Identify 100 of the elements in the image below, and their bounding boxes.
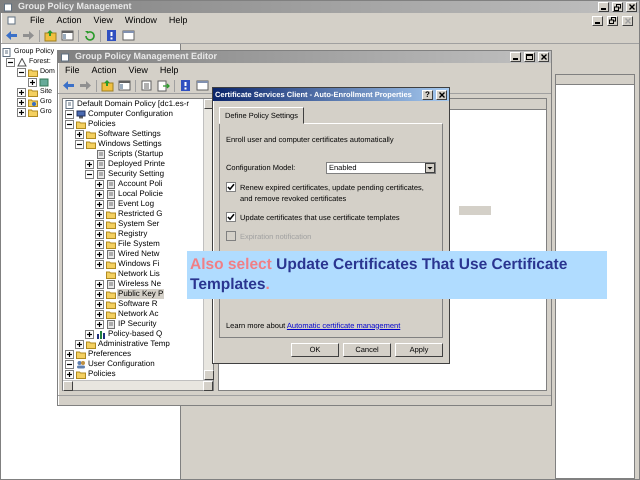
list-icon[interactable] xyxy=(140,79,153,92)
menu-item[interactable]: Window xyxy=(124,14,158,28)
tree-item[interactable]: Account Poli xyxy=(117,179,164,189)
tree-item[interactable]: IP Security xyxy=(117,319,158,329)
menu-item[interactable]: View xyxy=(92,14,114,28)
tree-item[interactable]: Public Key P xyxy=(117,289,164,299)
expand-icon[interactable] xyxy=(95,200,104,208)
expand-icon[interactable] xyxy=(95,250,104,258)
close-icon xyxy=(628,4,634,10)
collapse-icon[interactable] xyxy=(65,360,74,368)
expand-icon[interactable] xyxy=(95,190,104,198)
close-icon xyxy=(624,18,630,24)
expand-icon[interactable] xyxy=(95,180,104,188)
tree-item[interactable]: Preferences xyxy=(87,349,132,359)
computer-icon xyxy=(76,110,86,118)
tree-item[interactable]: Registry xyxy=(117,229,148,239)
menu-item[interactable]: File xyxy=(64,64,81,78)
help-icon[interactable] xyxy=(179,79,192,92)
tree-item[interactable]: Policy-based Q xyxy=(107,329,164,339)
tree-item[interactable]: Computer Configuration xyxy=(87,109,174,119)
menu-item[interactable]: Action xyxy=(90,64,118,78)
menu-item[interactable]: View xyxy=(128,64,149,78)
help-icon[interactable] xyxy=(105,29,118,42)
collapse-icon[interactable] xyxy=(75,140,84,148)
window-icon[interactable] xyxy=(122,29,135,42)
tree-item[interactable]: File System xyxy=(117,239,161,249)
collapse-icon[interactable] xyxy=(85,170,94,178)
close-button[interactable] xyxy=(436,90,447,100)
checkbox[interactable] xyxy=(226,182,236,192)
tree-item[interactable]: Event Log xyxy=(117,199,156,209)
checkbox[interactable] xyxy=(226,212,236,222)
expand-icon[interactable] xyxy=(95,320,104,328)
expand-icon[interactable] xyxy=(95,260,104,268)
folder-icon xyxy=(28,68,38,76)
minimize-button[interactable] xyxy=(510,52,521,62)
tree-item[interactable]: Policies xyxy=(87,119,117,129)
expand-icon[interactable] xyxy=(85,160,94,168)
tree-item[interactable]: Default Domain Policy [dc1.es-r xyxy=(76,99,190,109)
tree-item[interactable]: Software R xyxy=(117,299,159,309)
expand-icon[interactable] xyxy=(17,108,26,116)
horizontal-scrollbar[interactable] xyxy=(63,380,213,390)
tree-item[interactable]: Software Settings xyxy=(97,129,162,139)
close-button[interactable] xyxy=(538,52,549,62)
maximize-button[interactable] xyxy=(524,52,535,62)
collapse-icon[interactable] xyxy=(65,120,74,128)
panel-icon[interactable] xyxy=(118,79,131,92)
menu-item[interactable]: Action xyxy=(56,14,83,28)
settings-node-icon xyxy=(106,180,116,188)
tree-item[interactable]: Network Ac xyxy=(117,309,160,319)
tree-item[interactable]: Local Policie xyxy=(117,189,164,199)
collapse-icon[interactable] xyxy=(17,68,26,76)
expand-icon[interactable] xyxy=(85,330,94,338)
menu-item[interactable]: Help xyxy=(168,14,188,28)
tree-item[interactable]: Scripts (Startup xyxy=(107,149,164,159)
collapse-icon[interactable] xyxy=(6,58,15,66)
expand-icon[interactable] xyxy=(95,210,104,218)
restore-button[interactable] xyxy=(612,2,623,12)
expand-icon[interactable] xyxy=(95,220,104,228)
tree-item[interactable]: Wired Netw xyxy=(117,249,160,259)
expand-icon[interactable] xyxy=(95,300,104,308)
close-button[interactable] xyxy=(626,2,637,12)
settings-node-icon xyxy=(106,250,116,258)
expand-icon[interactable] xyxy=(95,240,104,248)
menu-item[interactable]: Help xyxy=(158,64,180,78)
document-arrow-icon[interactable] xyxy=(157,79,170,92)
expand-icon[interactable] xyxy=(95,280,104,288)
tree-item[interactable]: Restricted G xyxy=(117,209,164,219)
expand-icon[interactable] xyxy=(75,340,84,348)
expand-icon[interactable] xyxy=(65,370,74,378)
tree-item[interactable]: Windows Fi xyxy=(117,259,160,269)
window-title: Group Policy Management Editor xyxy=(75,50,218,64)
expand-icon[interactable] xyxy=(75,130,84,138)
close-button[interactable] xyxy=(622,16,633,26)
window-icon[interactable] xyxy=(196,79,209,92)
back-arrow-icon[interactable] xyxy=(62,79,75,92)
app-menu-icon[interactable] xyxy=(7,16,17,25)
tree-item[interactable]: Windows Settings xyxy=(97,139,163,149)
expand-icon[interactable] xyxy=(17,98,26,106)
expand-icon[interactable] xyxy=(28,78,37,86)
collapse-icon[interactable] xyxy=(65,110,74,118)
tree-item[interactable]: Deployed Printe xyxy=(107,159,166,169)
menu-item[interactable]: File xyxy=(29,14,46,28)
expand-icon[interactable] xyxy=(65,350,74,358)
panel-icon[interactable] xyxy=(61,29,74,42)
tree-item[interactable]: Wireless Ne xyxy=(117,279,162,289)
minimize-button[interactable] xyxy=(592,16,603,26)
back-arrow-icon[interactable] xyxy=(5,29,18,42)
minimize-button[interactable] xyxy=(598,2,609,12)
expand-icon[interactable] xyxy=(95,230,104,238)
tree-item[interactable]: Network Lis xyxy=(117,269,161,279)
tree-item[interactable]: Security Setting xyxy=(107,169,166,179)
tree-item[interactable]: System Ser xyxy=(117,219,160,229)
expand-icon[interactable] xyxy=(95,290,104,298)
expand-icon[interactable] xyxy=(17,88,26,96)
expand-icon[interactable] xyxy=(95,310,104,318)
tree-item[interactable]: Policies xyxy=(87,369,117,379)
tree-item[interactable]: Administrative Temp xyxy=(97,339,171,349)
help-button[interactable]: ? xyxy=(422,90,433,100)
tree-item[interactable]: User Configuration xyxy=(87,359,156,369)
restore-button[interactable] xyxy=(607,16,618,26)
